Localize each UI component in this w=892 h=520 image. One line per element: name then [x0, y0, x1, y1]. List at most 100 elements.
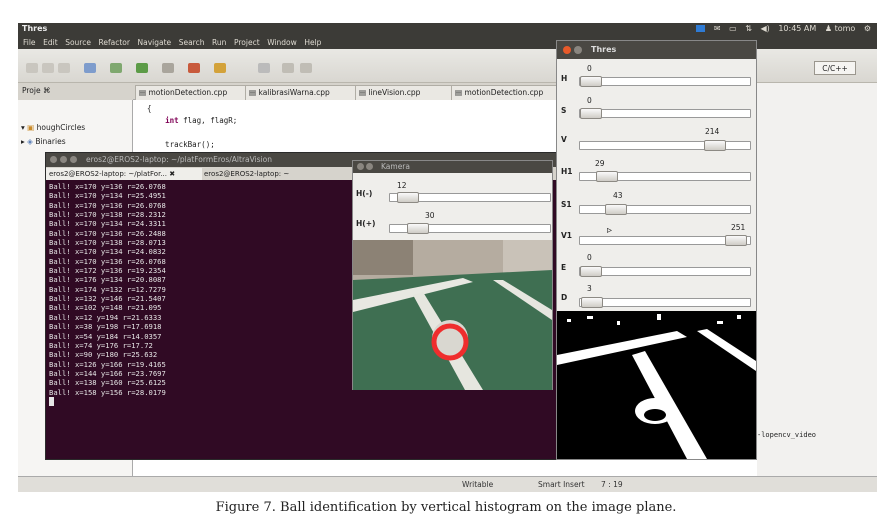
folder-icon: ▣ [27, 123, 35, 132]
new-icon[interactable] [26, 63, 38, 73]
thres-title: Thres [591, 45, 617, 54]
slider-thumb[interactable] [397, 192, 419, 203]
menu-project[interactable]: Project [234, 37, 260, 49]
tab-motiondetection-2[interactable]: ▤ motionDetection.cpp [451, 85, 560, 100]
next-annotation-icon[interactable] [258, 63, 270, 73]
mail-icon[interactable]: ✉ [714, 24, 721, 33]
terminal-line: Ball! x=176 y=134 r=20.8087 [49, 275, 166, 285]
terminal-tab-1[interactable]: eros2@EROS2-laptop: ~/platFor... ✖ [46, 168, 202, 180]
slider-track-v1[interactable] [579, 235, 751, 246]
menu-run[interactable]: Run [212, 37, 226, 49]
slider-value-v: 214 [705, 127, 720, 136]
maximize-icon[interactable] [70, 156, 77, 163]
slider-track-h-minus[interactable] [389, 192, 551, 203]
menu-help[interactable]: Help [304, 37, 321, 49]
minimize-icon[interactable] [366, 163, 373, 170]
battery-icon[interactable]: ▭ [729, 24, 737, 33]
debug-icon[interactable] [110, 63, 122, 73]
menu-navigate[interactable]: Navigate [138, 37, 172, 49]
slider-track-d[interactable] [579, 297, 751, 308]
print-icon[interactable] [58, 63, 70, 73]
slider-track-h[interactable] [579, 76, 751, 87]
tab-kalibrasiwarna[interactable]: ▤ kalibrasiWarna.cpp [245, 85, 356, 100]
terminal-line: Ball! x=170 y=134 r=24.0832 [49, 247, 166, 257]
keyboard-icon[interactable]: ⇅ [745, 24, 752, 33]
project-explorer-tab[interactable]: Proje ⌘ [18, 83, 133, 100]
terminal-output[interactable]: Ball! x=170 y=136 r=26.0768 Ball! x=170 … [49, 182, 349, 406]
file-icon: ▤ [139, 88, 147, 97]
project-explorer-tab-label: Proje ⌘ [22, 86, 51, 95]
window-title: Thres [22, 24, 48, 33]
tab-linevision[interactable]: ▤ lineVision.cpp [355, 85, 452, 100]
menu-refactor[interactable]: Refactor [99, 37, 130, 49]
slider-thumb[interactable] [725, 235, 747, 246]
slider-thumb[interactable] [580, 266, 602, 277]
slider-thumb[interactable] [580, 108, 602, 119]
minimize-icon[interactable] [60, 156, 67, 163]
tree-label: Binaries [35, 137, 66, 146]
close-icon[interactable] [563, 46, 571, 54]
tab-motiondetection[interactable]: ▤ motionDetection.cpp [135, 85, 246, 100]
build-icon[interactable] [84, 63, 96, 73]
back-icon[interactable] [282, 63, 294, 73]
network-icon[interactable] [696, 25, 706, 32]
gear-icon[interactable]: ⚙ [864, 24, 871, 33]
menu-file[interactable]: File [23, 37, 36, 49]
slider-thumb[interactable] [605, 204, 627, 215]
mouse-cursor-icon: ▹ [607, 225, 613, 236]
volume-icon[interactable]: ◀) [760, 24, 769, 33]
external-tools-icon[interactable] [188, 63, 200, 73]
save-icon[interactable] [42, 63, 54, 73]
user-name[interactable]: tomo [835, 24, 856, 33]
kamera-titlebar[interactable]: Kamera [353, 161, 552, 173]
slider-thumb[interactable] [407, 223, 429, 234]
slider-track-h-plus[interactable] [389, 223, 551, 234]
slider-track-v[interactable] [579, 140, 751, 151]
terminal-line: Ball! x=170 y=138 r=28.2312 [49, 210, 166, 220]
terminal-line: Ball! x=144 y=166 r=23.7697 [49, 368, 166, 378]
slider-track-e[interactable] [579, 266, 751, 277]
minimize-icon[interactable] [574, 46, 582, 54]
slider-thumb[interactable] [704, 140, 726, 151]
slider-label-d: D [561, 293, 568, 302]
terminal-title: eros2@EROS2-laptop: ~/platFormEros/Altra… [86, 155, 273, 164]
system-indicators[interactable]: ✉ ▭ ⇅ ◀) 10:45 AM ♟ tomo ⚙ [696, 24, 871, 33]
run-icon[interactable] [136, 63, 148, 73]
tree-item-binaries[interactable]: ▸ ◈ Binaries [21, 137, 66, 146]
slider-label-s: S [561, 106, 567, 115]
slider-thumb[interactable] [581, 297, 603, 308]
slider-track-s[interactable] [579, 108, 751, 119]
terminal-line: Ball! x=170 y=136 r=26.2488 [49, 228, 166, 238]
slider-track-s1[interactable] [579, 204, 751, 215]
menu-source[interactable]: Source [65, 37, 91, 49]
perspective-cpp[interactable]: C/C++ [814, 61, 856, 75]
clock[interactable]: 10:45 AM [778, 24, 816, 33]
status-bar: Writable Smart Insert 7 : 19 [18, 476, 877, 492]
slider-label-v: V [561, 135, 567, 144]
menu-search[interactable]: Search [179, 37, 205, 49]
kamera-title: Kamera [381, 162, 410, 171]
slider-thumb[interactable] [596, 171, 618, 182]
forward-icon[interactable] [300, 63, 312, 73]
slider-track-h1[interactable] [579, 171, 751, 182]
status-insert-mode: Smart Insert [538, 480, 585, 489]
close-icon[interactable]: ✖ [169, 170, 175, 178]
tree-item-houghcircles[interactable]: ▾ ▣ houghCircles [21, 123, 85, 132]
kamera-window: Kamera H(-) 12 H(+) 30 [352, 160, 553, 390]
open-type-icon[interactable] [214, 63, 226, 73]
slider-thumb[interactable] [580, 76, 602, 87]
tab-label: lineVision.cpp [368, 88, 421, 97]
camera-frame [353, 240, 552, 390]
slider-value-h-minus: 12 [397, 181, 407, 190]
close-icon[interactable] [50, 156, 57, 163]
close-icon[interactable] [357, 163, 364, 170]
search-icon[interactable] [162, 63, 174, 73]
thres-titlebar[interactable]: Thres [557, 41, 756, 59]
menu-edit[interactable]: Edit [43, 37, 58, 49]
code-editor[interactable]: { int flag, flagR; trackBar(); [133, 100, 556, 155]
file-icon: ▤ [359, 88, 367, 97]
console-output: -lopencv_video [757, 431, 816, 439]
terminal-tab-2[interactable]: eros2@EROS2-laptop: ~ [201, 168, 354, 180]
menu-window[interactable]: Window [267, 37, 297, 49]
